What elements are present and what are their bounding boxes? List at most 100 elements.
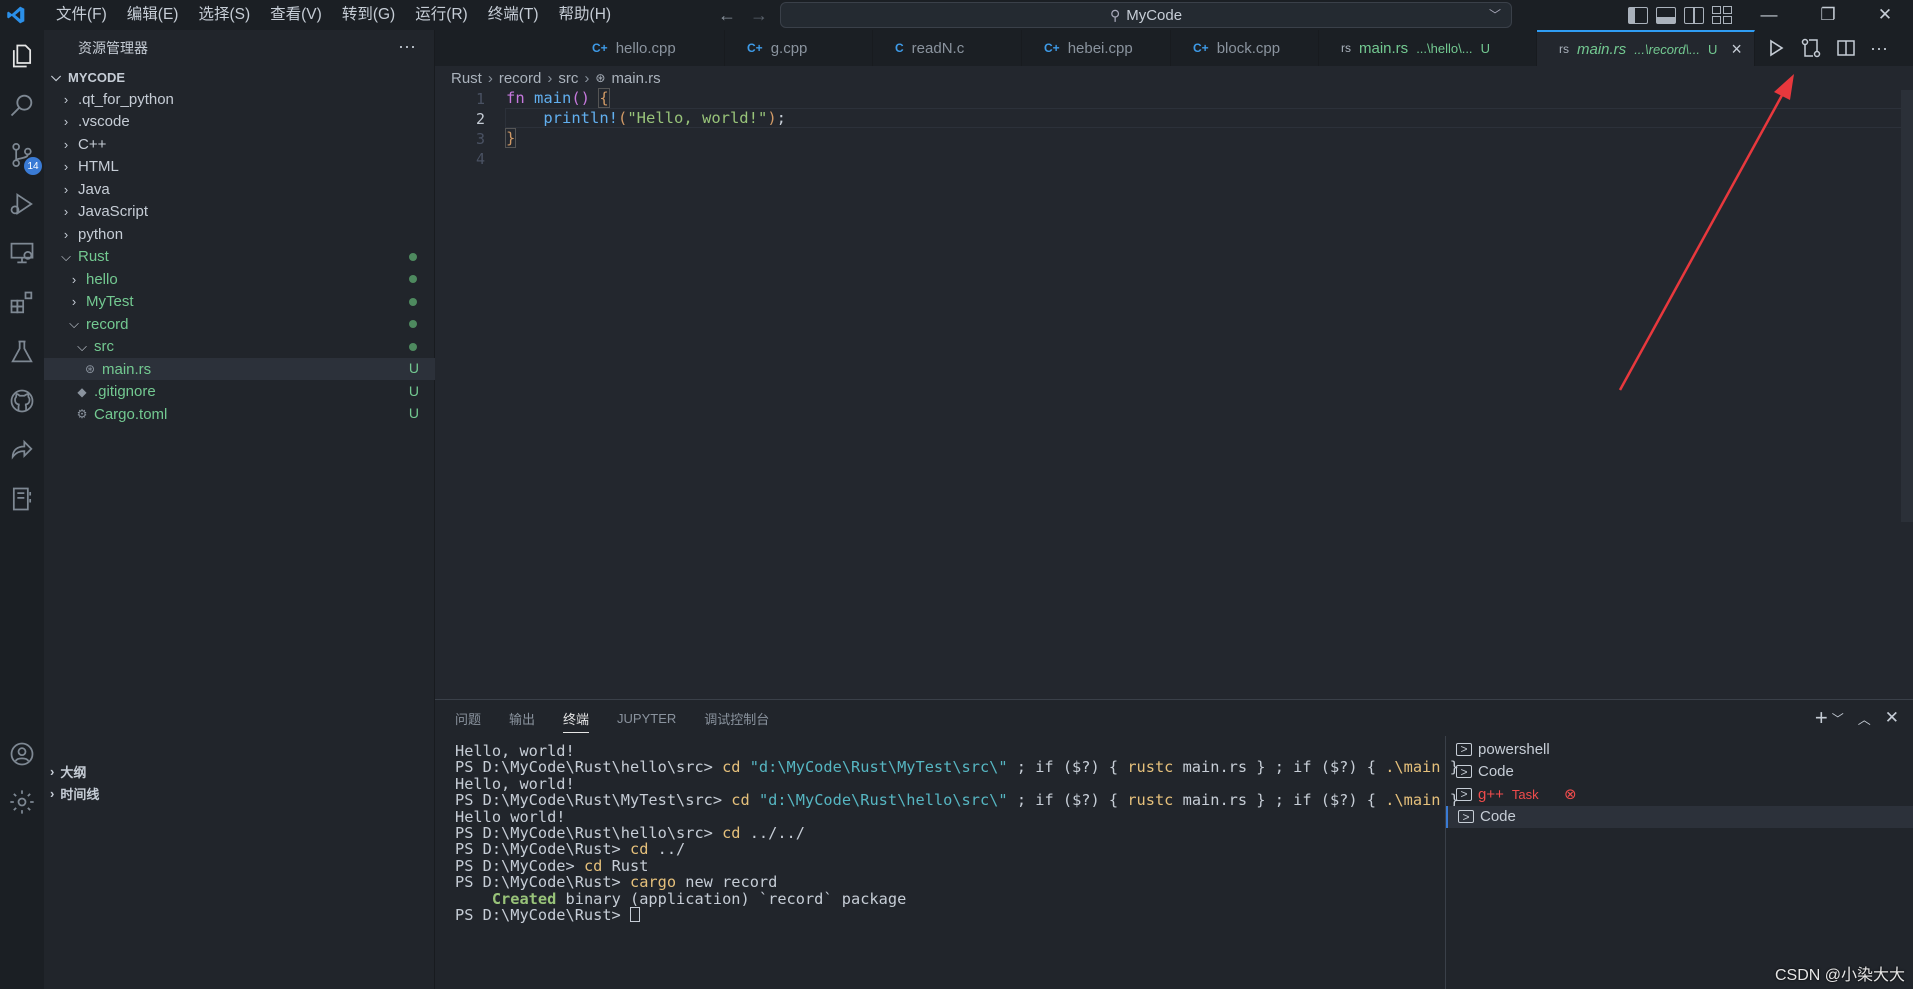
tab-g-cpp[interactable]: C+ g.cpp xyxy=(725,30,873,66)
restore-icon[interactable]: ❐ xyxy=(1800,0,1856,30)
close-panel-icon[interactable]: ✕ xyxy=(1885,708,1899,728)
breadcrumb-item[interactable]: Rust xyxy=(451,70,482,87)
term-prompt: PS D:\MyCode\Rust\MyTest\src> xyxy=(455,791,732,810)
tree-item[interactable]: ⌵ Rust xyxy=(44,246,435,268)
maximize-panel-icon[interactable]: ︿ xyxy=(1858,709,1871,728)
menu-view[interactable]: 查看(V) xyxy=(260,0,332,30)
tab-main-rs-hello[interactable]: rs main.rs ...\hello\... U xyxy=(1319,30,1537,66)
menu-go[interactable]: 转到(G) xyxy=(332,0,405,30)
tree-item-label: Cargo.toml xyxy=(94,405,168,423)
tab-hebei-cpp[interactable]: C+ hebei.cpp xyxy=(1022,30,1171,66)
source-control-icon[interactable]: 14 xyxy=(0,133,44,177)
command-center[interactable]: ⚲ MyCode ﹀ xyxy=(780,2,1512,28)
tree-item[interactable]: › Java xyxy=(44,178,435,200)
panel-tab-debug-console[interactable]: 调试控制台 xyxy=(704,709,769,728)
chevron-down-icon[interactable]: ﹀ xyxy=(1832,710,1844,727)
terminal-item-gpp-task[interactable]: > g++ Task ⊗ xyxy=(1446,783,1913,806)
terminal-output[interactable]: Hello, world! PS D:\MyCode\Rust\hello\sr… xyxy=(455,743,1459,923)
menu-file[interactable]: 文件(F) xyxy=(46,0,117,30)
run-debug-icon[interactable] xyxy=(0,182,44,226)
toggle-panel-icon[interactable] xyxy=(1656,6,1676,24)
forward-arrow-icon[interactable]: → xyxy=(750,5,768,26)
cpp-file-icon: C+ xyxy=(747,41,763,55)
breadcrumb-item[interactable]: src xyxy=(558,70,578,87)
tree-item[interactable]: › JavaScript xyxy=(44,201,435,223)
bottom-sections: › 大纲 › 时间线 xyxy=(44,760,435,804)
chevron-down-icon[interactable]: ﹀ xyxy=(1489,6,1501,23)
bottom-panel: 问题 输出 终端 JUPYTER 调试控制台 + ﹀ ︿ ✕ Hello, wo… xyxy=(435,699,1913,989)
search-icon[interactable] xyxy=(0,83,44,127)
terminal-item-code[interactable]: > Code xyxy=(1446,761,1913,784)
remote-explorer-icon[interactable] xyxy=(0,231,44,275)
menu-selection[interactable]: 选择(S) xyxy=(188,0,260,30)
compare-changes-icon[interactable] xyxy=(1800,37,1822,59)
back-arrow-icon[interactable]: ← xyxy=(718,5,736,26)
tree-item[interactable]: ⌵ record xyxy=(44,313,435,335)
terminal-item-powershell[interactable]: > powershell xyxy=(1446,738,1913,761)
title-bar: 文件(F) 编辑(E) 选择(S) 查看(V) 转到(G) 运行(R) 终端(T… xyxy=(0,0,1913,30)
terminal-line: PS D:\MyCode\Rust\hello\src> cd ../../ xyxy=(455,825,1455,841)
tree-item[interactable]: › python xyxy=(44,223,435,245)
testing-flask-icon[interactable] xyxy=(0,330,44,374)
watermark: CSDN @小染大大 xyxy=(1774,967,1905,984)
explorer-title: 资源管理器 xyxy=(78,40,148,56)
breadcrumb-item[interactable]: record xyxy=(499,70,542,87)
tree-item[interactable]: ⌵ src xyxy=(44,336,435,358)
c-file-icon: C xyxy=(895,41,904,55)
chevron-right-icon: › xyxy=(50,763,55,779)
tree-item[interactable]: ⚙ Cargo.toml U xyxy=(44,403,435,425)
customize-layout-icon[interactable] xyxy=(1712,6,1732,24)
tree-item[interactable]: ◆ .gitignore U xyxy=(44,381,435,403)
more-actions-icon[interactable]: ··· xyxy=(398,36,416,57)
panel-tab-terminal[interactable]: 终端 xyxy=(563,709,590,733)
outline-section[interactable]: › 大纲 xyxy=(44,760,435,782)
toggle-secondary-sidebar-icon[interactable] xyxy=(1684,6,1704,24)
term-cmd: rustc xyxy=(1127,791,1174,810)
git-status-badge: U xyxy=(408,382,419,399)
tab-main-rs-record[interactable]: rs main.rs ...\record\... U × xyxy=(1537,30,1755,66)
settings-gear-icon[interactable] xyxy=(0,780,44,824)
menu-run[interactable]: 运行(R) xyxy=(405,0,478,30)
run-code-icon[interactable] xyxy=(1766,38,1786,58)
split-editor-icon[interactable] xyxy=(1836,38,1856,58)
panel-tab-jupyter[interactable]: JUPYTER xyxy=(617,711,676,726)
tree-item[interactable]: › MyTest xyxy=(44,291,435,313)
more-actions-icon[interactable]: ··· xyxy=(1870,38,1888,59)
code-editor[interactable]: Rust › record › src › ⊛ main.rs 1 2 3 4 fn m… xyxy=(435,66,1913,699)
tab-hello-cpp[interactable]: C+ hello.cpp xyxy=(570,30,725,66)
timeline-section[interactable]: › 时间线 xyxy=(44,782,435,804)
minimize-icon[interactable]: — xyxy=(1741,0,1797,30)
terminal-item-code-selected[interactable]: > Code xyxy=(1446,805,1913,828)
tree-item[interactable]: › hello xyxy=(44,268,435,290)
tab-readn-c[interactable]: CreadN.c xyxy=(873,30,1022,66)
term-text: Rust xyxy=(602,856,649,875)
live-share-icon[interactable] xyxy=(0,428,44,472)
menu-help[interactable]: 帮助(H) xyxy=(549,0,622,30)
github-icon[interactable] xyxy=(0,379,44,423)
toggle-sidebar-icon[interactable] xyxy=(1628,6,1648,24)
chevron-right-icon: › xyxy=(63,114,69,129)
menu-terminal[interactable]: 终端(T) xyxy=(478,0,549,30)
new-terminal-icon[interactable]: + xyxy=(1815,705,1828,731)
menu-bar: 文件(F) 编辑(E) 选择(S) 查看(V) 转到(G) 运行(R) 终端(T… xyxy=(46,0,621,30)
tab-label: main.rs xyxy=(1577,40,1627,58)
workspace-root[interactable]: ⌵ MYCODE xyxy=(44,66,435,88)
tree-item[interactable]: › HTML xyxy=(44,156,435,178)
tree-item[interactable]: › .qt_for_python xyxy=(44,88,435,110)
vscode-window: 文件(F) 编辑(E) 选择(S) 查看(V) 转到(G) 运行(R) 终端(T… xyxy=(0,0,1913,989)
notebook-icon[interactable] xyxy=(0,477,44,521)
tree-item[interactable]: ⊛ main.rs U xyxy=(44,358,435,380)
close-tab-icon[interactable]: × xyxy=(1731,39,1742,60)
extensions-icon[interactable] xyxy=(0,281,44,325)
panel-tab-output[interactable]: 输出 xyxy=(509,709,535,728)
explorer-icon[interactable] xyxy=(0,34,44,78)
accounts-icon[interactable] xyxy=(0,732,44,776)
close-window-icon[interactable]: ✕ xyxy=(1857,0,1913,30)
menu-edit[interactable]: 编辑(E) xyxy=(117,0,189,30)
minimap-scrollbar[interactable] xyxy=(1901,90,1913,522)
tree-item[interactable]: › .vscode xyxy=(44,111,435,133)
panel-tab-problems[interactable]: 问题 xyxy=(455,709,481,728)
tab-block-cpp[interactable]: C+ block.cpp xyxy=(1171,30,1319,66)
tree-item[interactable]: › C++ xyxy=(44,133,435,155)
breadcrumb-item[interactable]: main.rs xyxy=(611,70,660,87)
